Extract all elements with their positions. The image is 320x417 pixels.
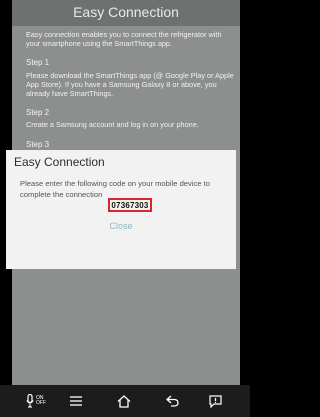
step-1-title: Step 1 bbox=[26, 58, 50, 68]
step-1-text: Please download the SmartThings app (@ G… bbox=[26, 70, 234, 99]
home-button[interactable] bbox=[117, 391, 131, 411]
step-3-title: Step 3 bbox=[26, 139, 50, 149]
close-button[interactable]: Close bbox=[6, 221, 236, 231]
title-bar: Easy Connection bbox=[12, 0, 240, 26]
navigation-bar: ON OFF bbox=[0, 385, 250, 417]
feedback-icon bbox=[209, 394, 222, 408]
mic-onoff-label: ON OFF bbox=[36, 396, 46, 406]
back-icon bbox=[166, 395, 179, 407]
step-2-text: Create a Samsung account and log in on y… bbox=[26, 120, 199, 130]
back-button[interactable] bbox=[166, 391, 179, 411]
mic-icon bbox=[26, 394, 34, 408]
mic-onoff-button[interactable]: ON OFF bbox=[26, 391, 46, 411]
step-2-title: Step 2 bbox=[26, 108, 50, 118]
connection-code: 07367303 bbox=[111, 200, 149, 210]
menu-icon bbox=[70, 396, 82, 406]
dialog-title: Easy Connection bbox=[14, 155, 105, 169]
connection-code-box: 07367303 bbox=[108, 198, 152, 212]
page-title: Easy Connection bbox=[73, 4, 179, 20]
dialog-message: Please enter the following code on your … bbox=[20, 179, 210, 199]
intro-text: Easy connection enables you to connect t… bbox=[26, 30, 222, 49]
home-icon bbox=[117, 394, 131, 408]
bezel-right bbox=[240, 0, 250, 417]
mic-off-label: OFF bbox=[36, 400, 46, 406]
menu-button[interactable] bbox=[70, 391, 82, 411]
feedback-button[interactable] bbox=[209, 391, 222, 411]
easy-connection-dialog: Easy Connection Please enter the followi… bbox=[6, 150, 236, 269]
instructions: Easy connection enables you to connect t… bbox=[26, 30, 234, 152]
